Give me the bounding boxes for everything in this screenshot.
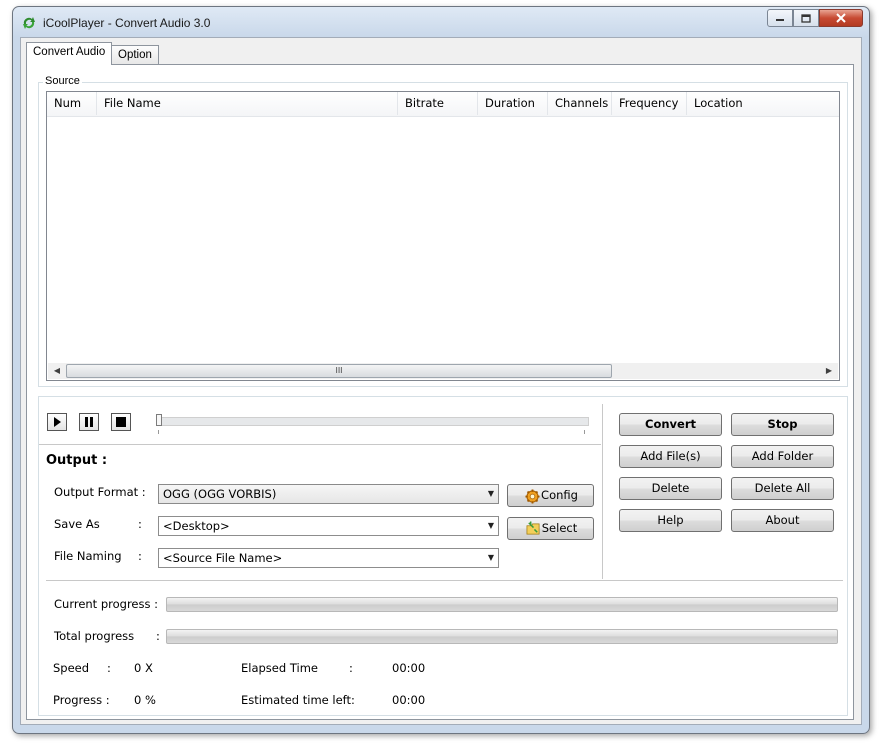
seek-slider-track[interactable]	[157, 417, 589, 426]
slider-tick	[158, 430, 159, 434]
add-files-button[interactable]: Add File(s)	[619, 445, 722, 468]
scrollbar-thumb[interactable]: III	[66, 364, 612, 378]
column-header-num[interactable]: Num	[47, 92, 97, 115]
output-format-value: OGG (OGG VORBIS)	[163, 487, 277, 501]
source-label: Source	[43, 75, 82, 87]
dropdown-arrow-icon: ▼	[487, 553, 494, 562]
about-button[interactable]: About	[731, 509, 834, 532]
elapsed-time-colon: :	[349, 661, 353, 675]
config-button[interactable]: Config	[507, 484, 594, 507]
scroll-left-arrow-icon[interactable]: ◀	[50, 365, 64, 377]
divider	[39, 444, 601, 445]
dropdown-arrow-icon: ▼	[487, 489, 494, 498]
stop-icon	[116, 417, 126, 427]
seek-slider-thumb[interactable]	[156, 414, 162, 426]
tab-convert-audio[interactable]: Convert Audio	[26, 42, 113, 65]
add-folder-button[interactable]: Add Folder	[731, 445, 834, 468]
current-progress-bar	[166, 597, 838, 612]
file-naming-label: File Naming	[54, 549, 122, 563]
total-progress-label: Total progress	[54, 629, 135, 643]
progress-percent-label: Progress :	[53, 693, 110, 707]
file-naming-select[interactable]: <Source File Name> ▼	[158, 548, 499, 568]
elapsed-time-value: 00:00	[392, 661, 426, 675]
save-as-colon: :	[138, 517, 142, 531]
save-as-value: <Desktop>	[163, 519, 230, 533]
play-icon	[54, 417, 61, 427]
list-header: Num File Name Bitrate Duration Channels …	[47, 92, 839, 117]
column-header-bitrate[interactable]: Bitrate	[398, 92, 478, 115]
speed-label: Speed	[53, 661, 90, 675]
divider	[602, 404, 603, 579]
progress-percent-value: 0 %	[134, 693, 156, 707]
convert-button[interactable]: Convert	[619, 413, 722, 436]
source-file-list[interactable]: Num File Name Bitrate Duration Channels …	[46, 91, 840, 381]
speed-value: 0 X	[134, 661, 153, 675]
pause-button[interactable]	[79, 413, 99, 431]
gear-icon	[525, 489, 540, 504]
column-header-channels[interactable]: Channels	[548, 92, 612, 115]
stop-button[interactable]: Stop	[731, 413, 834, 436]
dropdown-arrow-icon: ▼	[487, 521, 494, 530]
delete-button[interactable]: Delete	[619, 477, 722, 500]
column-header-frequency[interactable]: Frequency	[612, 92, 687, 115]
select-button[interactable]: Select	[507, 517, 594, 540]
estimated-time-value: 00:00	[392, 693, 426, 707]
total-progress-colon: :	[156, 629, 160, 643]
output-format-select[interactable]: OGG (OGG VORBIS) ▼	[158, 484, 499, 504]
save-as-select[interactable]: <Desktop> ▼	[158, 516, 499, 536]
play-button[interactable]	[47, 413, 67, 431]
save-as-label: Save As	[54, 517, 100, 531]
output-heading: Output :	[46, 453, 108, 468]
elapsed-time-label: Elapsed Time	[241, 661, 318, 675]
output-format-label: Output Format :	[54, 485, 146, 499]
current-progress-label: Current progress :	[54, 597, 159, 611]
pause-icon	[85, 417, 93, 427]
divider	[46, 580, 843, 581]
folder-icon	[526, 521, 540, 535]
speed-colon: :	[107, 661, 111, 675]
delete-all-button[interactable]: Delete All	[731, 477, 834, 500]
config-button-label: Config	[541, 488, 578, 502]
content-layer: Source Num File Name Bitrate Duration Ch…	[0, 0, 885, 750]
help-button[interactable]: Help	[619, 509, 722, 532]
stop-playback-button[interactable]	[111, 413, 131, 431]
estimated-time-label: Estimated time left:	[241, 693, 355, 707]
column-header-location[interactable]: Location	[687, 92, 839, 115]
select-button-label: Select	[541, 521, 578, 535]
column-header-duration[interactable]: Duration	[478, 92, 548, 115]
horizontal-scrollbar[interactable]: ◀ III ▶	[48, 363, 838, 379]
file-naming-value: <Source File Name>	[163, 551, 283, 565]
total-progress-bar	[166, 629, 838, 644]
file-naming-colon: :	[138, 549, 142, 563]
scroll-right-arrow-icon[interactable]: ▶	[822, 365, 836, 377]
column-header-file-name[interactable]: File Name	[97, 92, 398, 115]
slider-tick	[584, 430, 585, 434]
